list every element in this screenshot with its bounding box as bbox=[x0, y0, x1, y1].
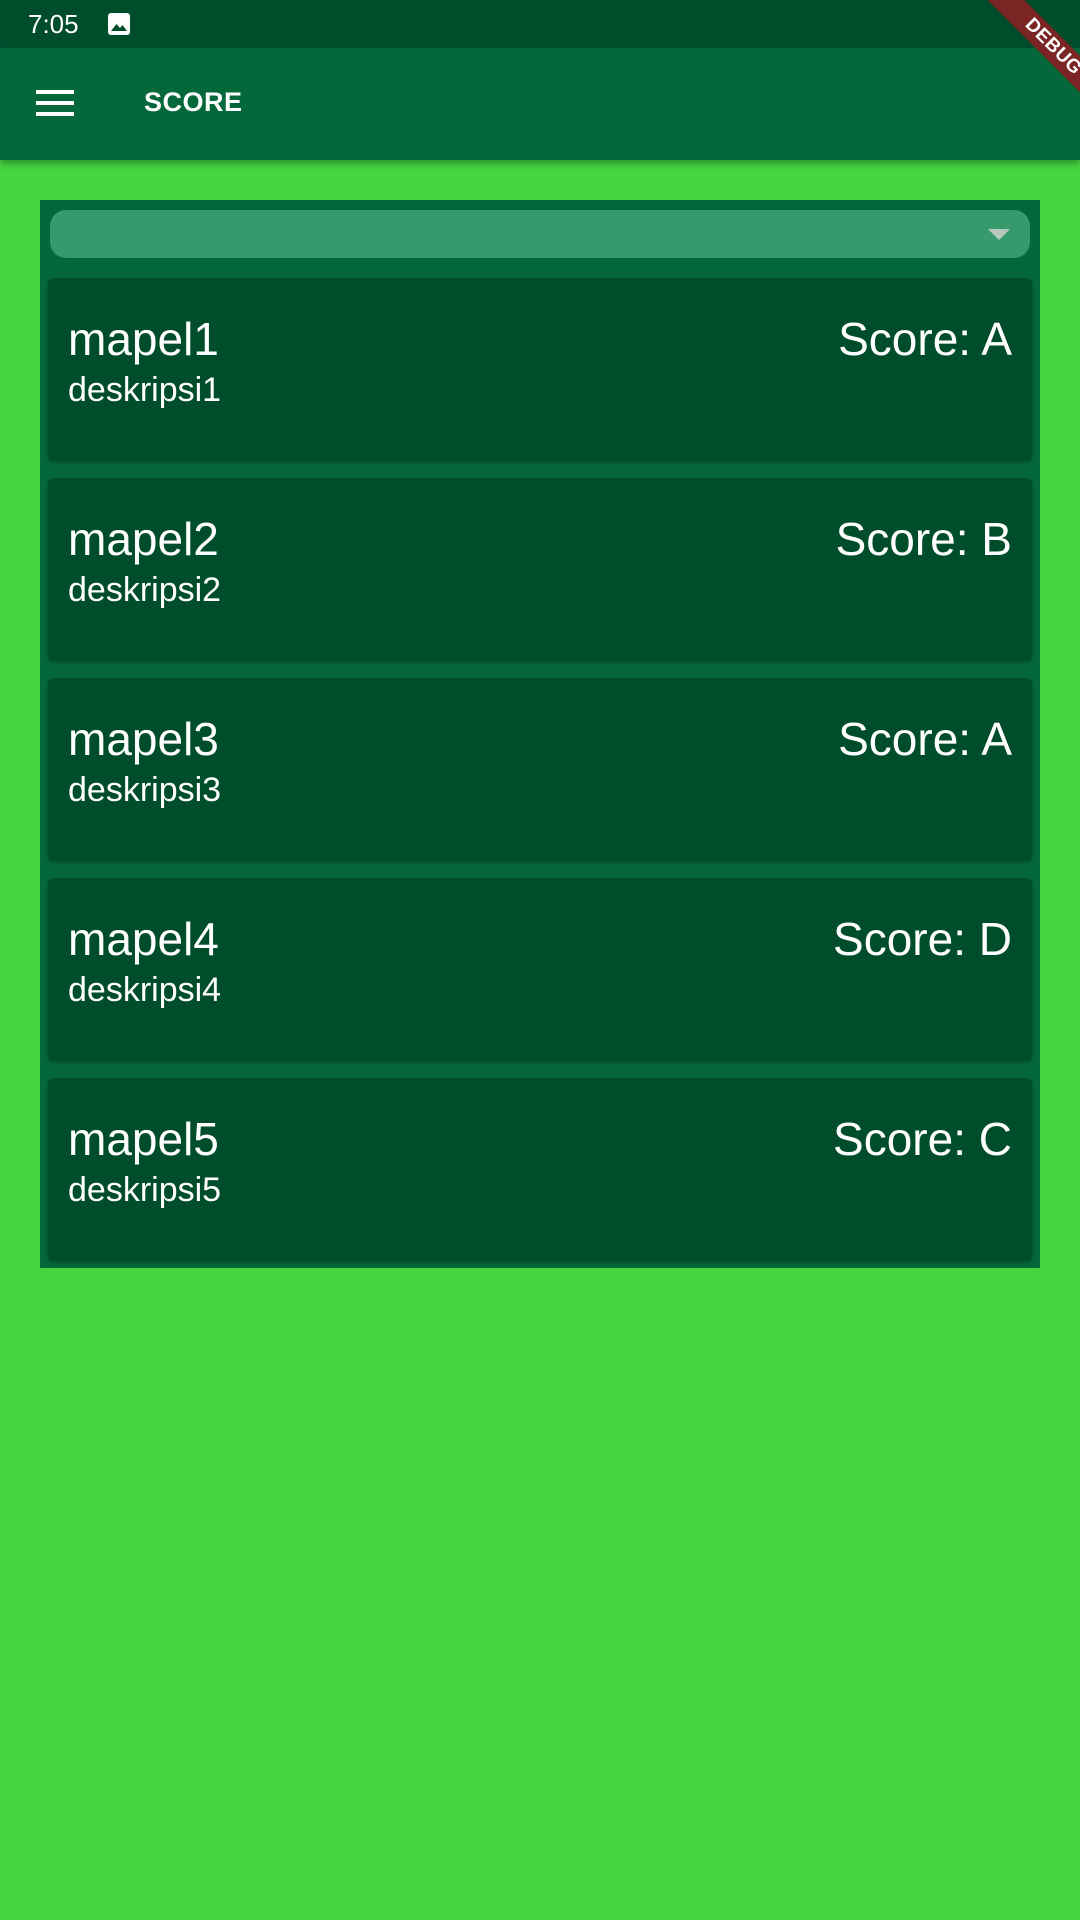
subject-name: mapel1 bbox=[68, 313, 219, 365]
score-list: mapel1 deskripsi1 Score: A mapel2 deskri… bbox=[48, 278, 1032, 1278]
subject-description: deskripsi1 bbox=[68, 371, 222, 409]
score-value: Score: C bbox=[833, 1113, 1012, 1165]
page-title: SCORE bbox=[144, 87, 243, 117]
score-card[interactable]: mapel3 deskripsi3 Score: A bbox=[48, 678, 1032, 860]
subject-description: deskripsi4 bbox=[68, 971, 222, 1009]
app-bar: SCORE bbox=[0, 48, 1080, 160]
subject-name: mapel3 bbox=[68, 713, 219, 765]
status-bar: 7:05 bbox=[0, 0, 1080, 48]
filter-dropdown[interactable] bbox=[50, 210, 1030, 258]
score-card[interactable]: mapel4 deskripsi4 Score: D bbox=[48, 878, 1032, 1060]
dropdown-arrow-icon bbox=[988, 229, 1010, 240]
subject-name: mapel4 bbox=[68, 913, 219, 965]
hamburger-menu-icon bbox=[36, 90, 74, 116]
menu-button[interactable] bbox=[28, 76, 84, 132]
score-panel: mapel1 deskripsi1 Score: A mapel2 deskri… bbox=[40, 200, 1040, 1268]
image-icon bbox=[107, 12, 131, 36]
score-value: Score: A bbox=[838, 313, 1012, 365]
score-card[interactable]: mapel2 deskripsi2 Score: B bbox=[48, 478, 1032, 660]
status-time: 7:05 bbox=[28, 9, 79, 39]
subject-description: deskripsi2 bbox=[68, 571, 222, 609]
subject-description: deskripsi5 bbox=[68, 1171, 222, 1209]
score-value: Score: B bbox=[835, 513, 1012, 565]
score-card[interactable]: mapel5 deskripsi5 Score: C bbox=[48, 1078, 1032, 1260]
score-value: Score: A bbox=[838, 713, 1012, 765]
subject-description: deskripsi3 bbox=[68, 771, 222, 809]
score-card[interactable]: mapel1 deskripsi1 Score: A bbox=[48, 278, 1032, 460]
subject-name: mapel2 bbox=[68, 513, 219, 565]
score-value: Score: D bbox=[833, 913, 1012, 965]
subject-name: mapel5 bbox=[68, 1113, 219, 1165]
